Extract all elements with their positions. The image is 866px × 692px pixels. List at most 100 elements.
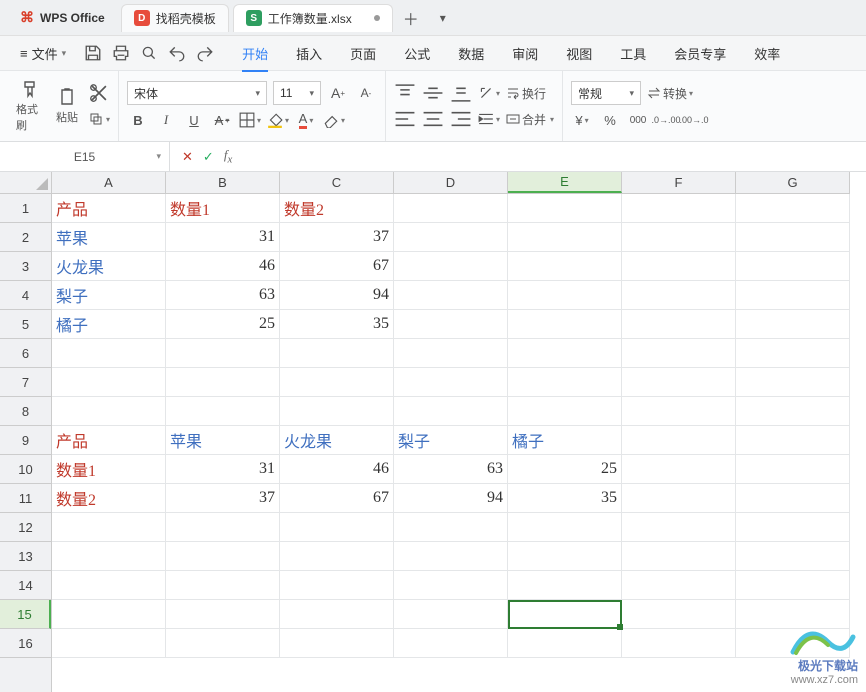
row-header[interactable]: 1	[0, 194, 51, 223]
menu-tab-9[interactable]: 效率	[740, 36, 794, 71]
cell[interactable]	[166, 513, 280, 542]
cell[interactable]	[52, 542, 166, 571]
cell[interactable]	[508, 281, 622, 310]
formula-cancel-button[interactable]: ✕	[182, 149, 193, 165]
tab-overflow-button[interactable]: ▾	[429, 4, 457, 32]
cell[interactable]: 94	[394, 484, 508, 513]
cell[interactable]	[622, 600, 736, 629]
cell[interactable]	[622, 281, 736, 310]
cell[interactable]	[736, 629, 850, 658]
cell[interactable]	[394, 368, 508, 397]
cell[interactable]	[736, 223, 850, 252]
row-header[interactable]: 15	[0, 600, 51, 629]
menu-tab-1[interactable]: 插入	[282, 36, 336, 71]
cell[interactable]	[280, 513, 394, 542]
row-header[interactable]: 10	[0, 455, 51, 484]
italic-button[interactable]: I	[155, 109, 177, 131]
cell[interactable]	[280, 339, 394, 368]
cell[interactable]	[508, 252, 622, 281]
cell[interactable]: 31	[166, 223, 280, 252]
cell[interactable]	[736, 600, 850, 629]
cell[interactable]: 35	[508, 484, 622, 513]
hamburger-button[interactable]: ≡ 文件 ▾	[10, 38, 76, 69]
cell[interactable]	[622, 310, 736, 339]
cell[interactable]	[394, 281, 508, 310]
align-middle-button[interactable]	[422, 82, 444, 104]
column-header[interactable]: D	[394, 172, 508, 193]
cell[interactable]: 94	[280, 281, 394, 310]
cell[interactable]: 63	[394, 455, 508, 484]
row-header[interactable]: 5	[0, 310, 51, 339]
formula-confirm-button[interactable]: ✓	[203, 149, 214, 165]
cell[interactable]	[508, 310, 622, 339]
cell[interactable]	[280, 368, 394, 397]
menu-tab-2[interactable]: 页面	[336, 36, 390, 71]
cell[interactable]	[280, 571, 394, 600]
cell[interactable]: 梨子	[394, 426, 508, 455]
cell[interactable]: 数量2	[52, 484, 166, 513]
column-header[interactable]: E	[508, 172, 622, 193]
row-header[interactable]: 11	[0, 484, 51, 513]
cell[interactable]	[622, 455, 736, 484]
font-size-select[interactable]: 11	[273, 81, 321, 105]
name-box[interactable]: E15	[0, 142, 170, 171]
number-format-select[interactable]: 常规	[571, 81, 641, 105]
cell[interactable]	[52, 397, 166, 426]
cell[interactable]	[280, 629, 394, 658]
row-header[interactable]: 6	[0, 339, 51, 368]
cell[interactable]: 63	[166, 281, 280, 310]
cell[interactable]	[622, 339, 736, 368]
cell[interactable]	[736, 397, 850, 426]
column-header[interactable]: G	[736, 172, 850, 193]
cell[interactable]	[166, 339, 280, 368]
cell[interactable]	[166, 600, 280, 629]
new-tab-button[interactable]: ＋	[397, 4, 425, 32]
cell[interactable]	[736, 368, 850, 397]
cell[interactable]: 25	[166, 310, 280, 339]
indent-button[interactable]	[478, 108, 500, 130]
cell[interactable]	[52, 571, 166, 600]
format-painter-button[interactable]: 格式刷	[16, 79, 46, 133]
column-header[interactable]: C	[280, 172, 394, 193]
cell[interactable]	[622, 368, 736, 397]
convert-button[interactable]: 转换▾	[647, 82, 693, 104]
increase-font-button[interactable]: A+	[327, 82, 349, 104]
cell[interactable]	[394, 223, 508, 252]
cell[interactable]	[622, 426, 736, 455]
cell[interactable]	[166, 368, 280, 397]
cell[interactable]: 产品	[52, 194, 166, 223]
cell[interactable]	[166, 397, 280, 426]
orientation-button[interactable]	[478, 82, 500, 104]
cell[interactable]: 37	[166, 484, 280, 513]
cell[interactable]	[166, 542, 280, 571]
cell[interactable]	[736, 194, 850, 223]
wrap-text-button[interactable]: 换行	[506, 82, 546, 104]
column-header[interactable]: A	[52, 172, 166, 193]
cell[interactable]: 31	[166, 455, 280, 484]
align-center-button[interactable]	[422, 108, 444, 130]
cell[interactable]: 橘子	[508, 426, 622, 455]
decrease-font-button[interactable]: A-	[355, 82, 377, 104]
menu-tab-8[interactable]: 会员专享	[660, 36, 740, 71]
percent-button[interactable]: %	[599, 109, 621, 131]
save-button[interactable]	[84, 44, 102, 62]
cell[interactable]	[52, 629, 166, 658]
row-header[interactable]: 16	[0, 629, 51, 658]
cell[interactable]	[508, 368, 622, 397]
cell[interactable]	[736, 310, 850, 339]
font-name-select[interactable]: 宋体	[127, 81, 267, 105]
cell[interactable]	[736, 571, 850, 600]
cell[interactable]	[394, 513, 508, 542]
redo-button[interactable]	[196, 44, 214, 62]
cell[interactable]	[622, 194, 736, 223]
cell[interactable]	[508, 571, 622, 600]
cell[interactable]	[508, 600, 622, 629]
cell[interactable]	[736, 513, 850, 542]
cell[interactable]: 数量1	[52, 455, 166, 484]
row-header[interactable]: 4	[0, 281, 51, 310]
cell[interactable]	[736, 455, 850, 484]
print-preview-button[interactable]	[140, 44, 158, 62]
borders-button[interactable]	[239, 109, 261, 131]
menu-tab-6[interactable]: 视图	[552, 36, 606, 71]
cell[interactable]	[736, 426, 850, 455]
